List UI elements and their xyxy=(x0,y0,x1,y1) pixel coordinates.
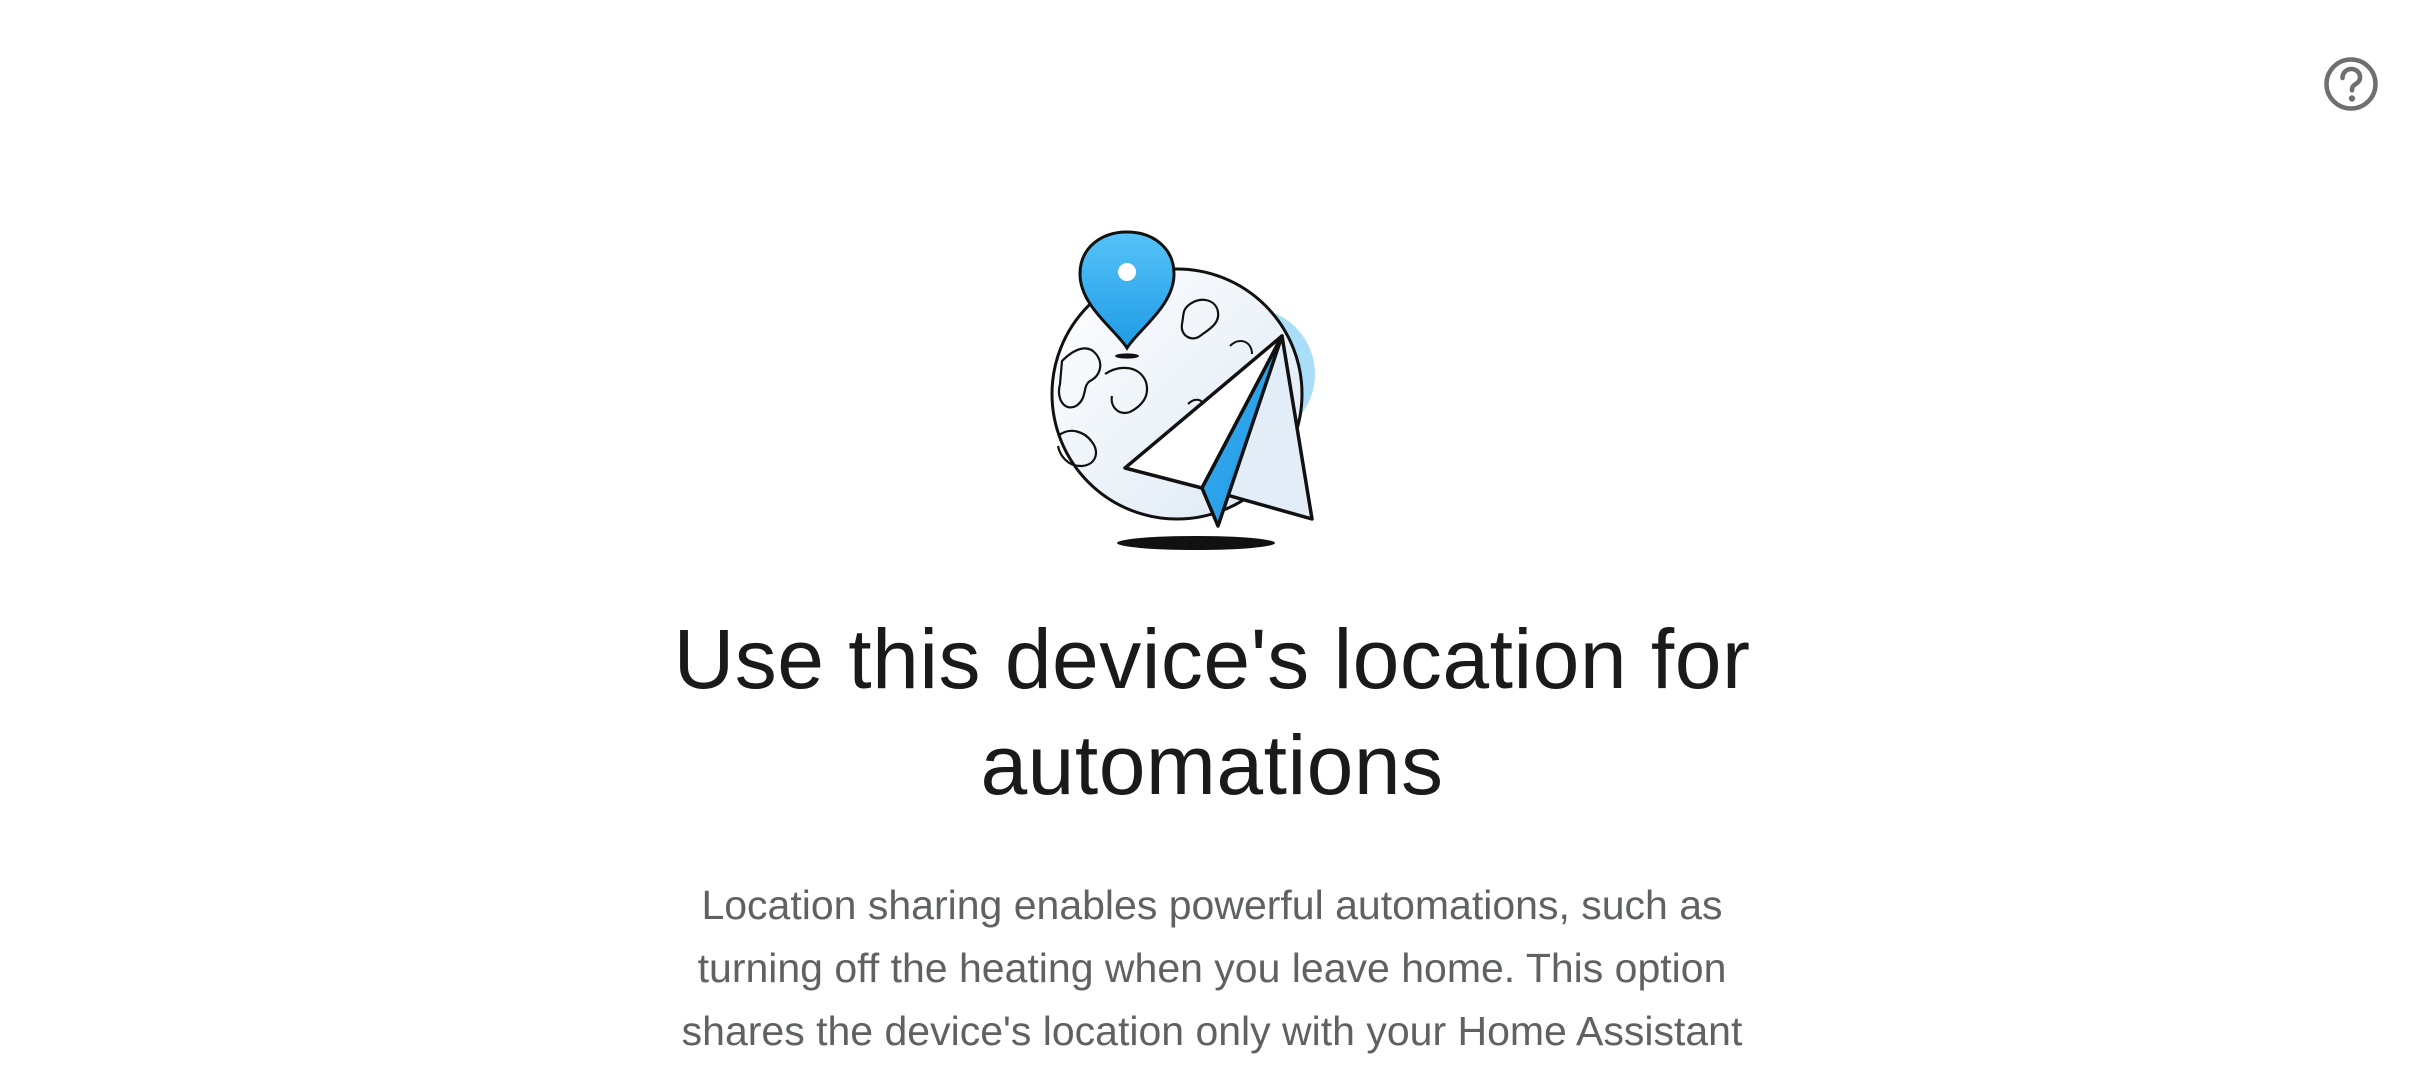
globe-location-paper-plane-illustration xyxy=(1050,230,1315,550)
description-text: Location sharing enables powerful automa… xyxy=(681,882,1743,1080)
help-button[interactable] xyxy=(2322,55,2380,113)
location-sharing-screen: Use this device's location for automatio… xyxy=(0,0,2424,1080)
help-circle-icon xyxy=(2324,57,2378,111)
page-title: Use this device's location for automatio… xyxy=(673,612,1751,812)
ground-shadow xyxy=(1117,536,1275,550)
